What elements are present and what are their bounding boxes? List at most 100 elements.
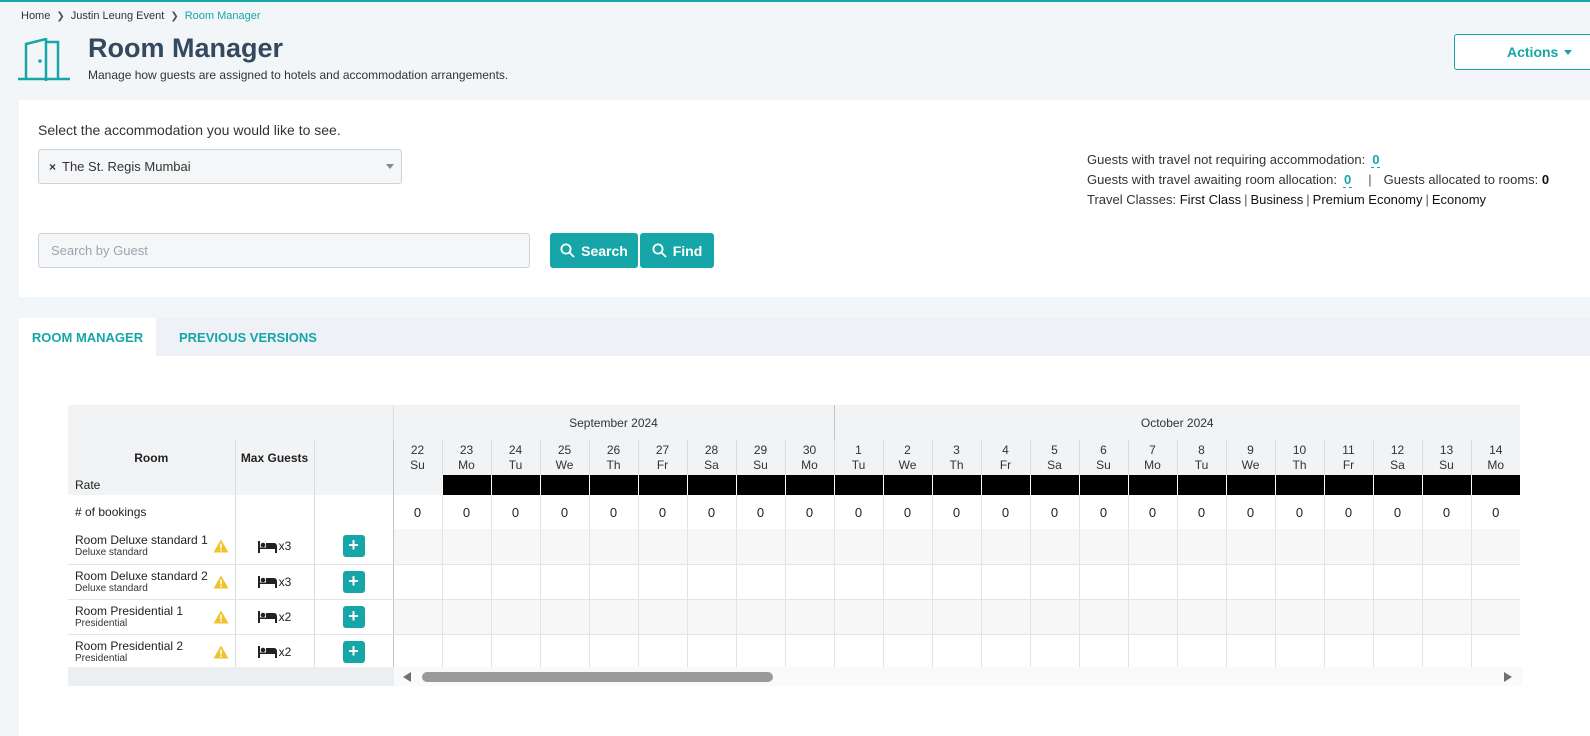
booking-slot[interactable] bbox=[1078, 599, 1128, 635]
booking-slot[interactable] bbox=[1225, 564, 1275, 600]
room-name[interactable]: Room Deluxe standard 2 bbox=[75, 569, 235, 583]
dropdown-arrow-icon[interactable] bbox=[386, 164, 394, 169]
booking-slot[interactable] bbox=[931, 564, 981, 600]
booking-slot[interactable] bbox=[392, 529, 442, 565]
booking-slot[interactable] bbox=[490, 529, 540, 565]
rate-cell[interactable] bbox=[931, 475, 981, 495]
booking-slot[interactable] bbox=[1470, 634, 1520, 670]
booking-slot[interactable] bbox=[1176, 529, 1226, 565]
booking-slot[interactable] bbox=[980, 529, 1030, 565]
booking-slot[interactable] bbox=[637, 564, 687, 600]
booking-slot[interactable] bbox=[1274, 529, 1324, 565]
booking-slot[interactable] bbox=[637, 634, 687, 670]
rate-cell[interactable] bbox=[1078, 475, 1128, 495]
booking-slot[interactable] bbox=[1274, 634, 1324, 670]
booking-slot[interactable] bbox=[1029, 529, 1079, 565]
booking-slot[interactable] bbox=[784, 634, 834, 670]
booking-slot[interactable] bbox=[931, 634, 981, 670]
booking-slot[interactable] bbox=[735, 564, 785, 600]
booking-slot[interactable] bbox=[1470, 529, 1520, 565]
rate-cell[interactable] bbox=[735, 475, 785, 495]
accommodation-select[interactable]: × The St. Regis Mumbai bbox=[38, 149, 402, 184]
booking-slot[interactable] bbox=[1372, 634, 1422, 670]
booking-slot[interactable] bbox=[1470, 564, 1520, 600]
booking-slot[interactable] bbox=[784, 564, 834, 600]
booking-slot[interactable] bbox=[980, 634, 1030, 670]
scroll-left-icon[interactable] bbox=[403, 672, 411, 682]
booking-slot[interactable] bbox=[686, 529, 736, 565]
add-booking-button[interactable]: + bbox=[342, 640, 365, 663]
booking-slot[interactable] bbox=[1225, 529, 1275, 565]
search-button[interactable]: Search bbox=[550, 233, 638, 268]
rate-cell[interactable] bbox=[392, 475, 442, 495]
booking-slot[interactable] bbox=[1372, 564, 1422, 600]
booking-slot[interactable] bbox=[784, 529, 834, 565]
rate-cell[interactable] bbox=[588, 475, 638, 495]
booking-slot[interactable] bbox=[392, 599, 442, 635]
booking-slot[interactable] bbox=[588, 599, 638, 635]
rate-cell[interactable] bbox=[637, 475, 687, 495]
stat-awaiting-value[interactable]: 0 bbox=[1343, 172, 1353, 188]
actions-button[interactable]: Actions bbox=[1454, 34, 1590, 70]
booking-slot[interactable] bbox=[1127, 634, 1177, 670]
booking-slot[interactable] bbox=[637, 529, 687, 565]
booking-slot[interactable] bbox=[931, 529, 981, 565]
booking-slot[interactable] bbox=[1127, 529, 1177, 565]
booking-slot[interactable] bbox=[1029, 634, 1079, 670]
booking-slot[interactable] bbox=[1078, 564, 1128, 600]
booking-slot[interactable] bbox=[1029, 564, 1079, 600]
rate-cell[interactable] bbox=[882, 475, 932, 495]
booking-slot[interactable] bbox=[1274, 564, 1324, 600]
booking-slot[interactable] bbox=[392, 564, 442, 600]
warning-icon[interactable] bbox=[213, 610, 229, 624]
warning-icon[interactable] bbox=[213, 645, 229, 659]
booking-slot[interactable] bbox=[833, 564, 883, 600]
booking-slot[interactable] bbox=[1225, 599, 1275, 635]
booking-slot[interactable] bbox=[490, 564, 540, 600]
rate-cell[interactable] bbox=[1372, 475, 1422, 495]
booking-slot[interactable] bbox=[490, 634, 540, 670]
booking-slot[interactable] bbox=[1323, 599, 1373, 635]
rate-cell[interactable] bbox=[1176, 475, 1226, 495]
scroll-right-icon[interactable] bbox=[1504, 672, 1512, 682]
booking-slot[interactable] bbox=[1323, 634, 1373, 670]
booking-slot[interactable] bbox=[1225, 634, 1275, 670]
booking-slot[interactable] bbox=[1323, 564, 1373, 600]
booking-slot[interactable] bbox=[882, 529, 932, 565]
guest-search-input[interactable] bbox=[38, 233, 530, 268]
warning-icon[interactable] bbox=[213, 539, 229, 553]
booking-slot[interactable] bbox=[784, 599, 834, 635]
booking-slot[interactable] bbox=[539, 529, 589, 565]
rate-cell[interactable] bbox=[539, 475, 589, 495]
booking-slot[interactable] bbox=[441, 634, 491, 670]
breadcrumb-home[interactable]: Home bbox=[21, 10, 50, 22]
rate-cell[interactable] bbox=[686, 475, 736, 495]
booking-slot[interactable] bbox=[1078, 529, 1128, 565]
booking-slot[interactable] bbox=[882, 634, 932, 670]
rate-cell[interactable] bbox=[490, 475, 540, 495]
booking-slot[interactable] bbox=[539, 634, 589, 670]
booking-slot[interactable] bbox=[735, 634, 785, 670]
booking-slot[interactable] bbox=[441, 599, 491, 635]
booking-slot[interactable] bbox=[686, 599, 736, 635]
booking-slot[interactable] bbox=[686, 564, 736, 600]
booking-slot[interactable] bbox=[637, 599, 687, 635]
room-name[interactable]: Room Deluxe standard 1 bbox=[75, 534, 235, 547]
booking-slot[interactable] bbox=[833, 634, 883, 670]
booking-slot[interactable] bbox=[392, 634, 442, 670]
breadcrumb-event[interactable]: Justin Leung Event bbox=[71, 10, 165, 22]
rate-cell[interactable] bbox=[1225, 475, 1275, 495]
booking-slot[interactable] bbox=[931, 599, 981, 635]
tab-room-manager[interactable]: ROOM MANAGER bbox=[19, 318, 156, 356]
booking-slot[interactable] bbox=[1176, 564, 1226, 600]
booking-slot[interactable] bbox=[980, 564, 1030, 600]
rate-cell[interactable] bbox=[1127, 475, 1177, 495]
booking-slot[interactable] bbox=[539, 599, 589, 635]
booking-slot[interactable] bbox=[1470, 599, 1520, 635]
booking-slot[interactable] bbox=[735, 529, 785, 565]
add-booking-button[interactable]: + bbox=[342, 570, 365, 593]
booking-slot[interactable] bbox=[1421, 529, 1471, 565]
booking-slot[interactable] bbox=[1176, 599, 1226, 635]
booking-slot[interactable] bbox=[1421, 634, 1471, 670]
rate-cell[interactable] bbox=[1029, 475, 1079, 495]
